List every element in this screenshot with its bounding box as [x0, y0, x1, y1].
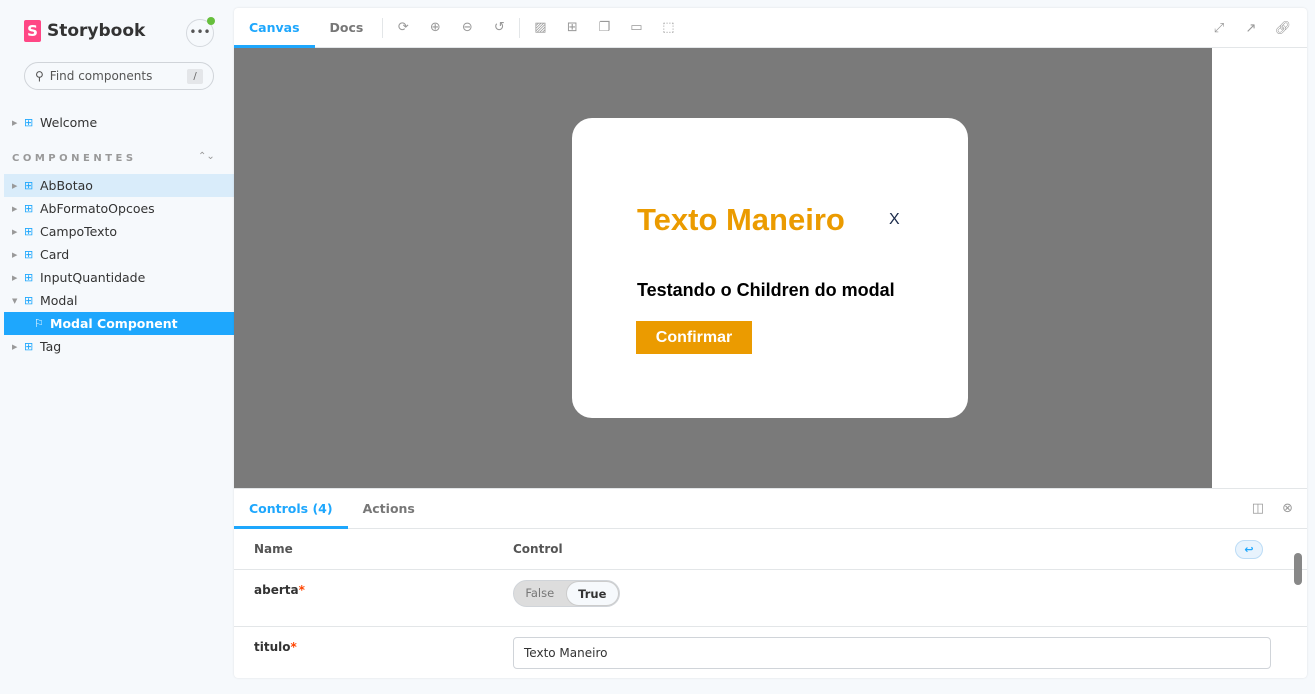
tab-controls[interactable]: Controls (4) — [234, 489, 348, 529]
sidebar-item-label: Modal Component — [50, 316, 178, 331]
canvas-margin — [1212, 48, 1307, 488]
copy-link-icon[interactable]: 🔗︎ — [1267, 21, 1299, 36]
toggle-false[interactable]: False — [514, 581, 566, 606]
divider — [519, 17, 521, 38]
control-name-text: titulo — [254, 640, 291, 654]
expand-collapse-icon[interactable]: ⌃⌄ — [198, 151, 215, 162]
group-header[interactable]: COMPONENTES — [12, 153, 137, 164]
caret-right-icon: ▶ — [12, 250, 18, 259]
tab-docs[interactable]: Docs — [315, 8, 379, 48]
required-marker: * — [298, 583, 305, 597]
component-icon: ⊞ — [24, 116, 34, 129]
storybook-logo-icon: S — [24, 20, 41, 42]
storybook-logo[interactable]: S Storybook — [24, 20, 145, 42]
caret-right-icon: ▶ — [12, 342, 18, 351]
sidebar-item-label: Tag — [40, 339, 62, 354]
component-icon: ⊞ — [24, 248, 34, 261]
controls-header: Name Control ↩ — [234, 529, 1307, 570]
boolean-toggle[interactable]: False True — [513, 580, 620, 607]
toolbar: Canvas Docs ⟳ ⊕ ⊖ ↺ ▨ ⊞ ❐ ▭ ⬚ ⤢ ↗ 🔗︎ — [234, 8, 1307, 48]
confirm-button[interactable]: Confirmar — [636, 321, 752, 354]
titulo-textarea[interactable]: Texto Maneiro — [513, 637, 1271, 669]
sidebar: S Storybook ••• ⚲ Find components / ▶ ⊞ Welco… — [0, 0, 234, 694]
tab-actions[interactable]: Actions — [348, 489, 430, 529]
control-name: aberta* — [254, 583, 305, 597]
sidebar-item-label: AbFormatoOpcoes — [40, 201, 155, 216]
shortcut-key: / — [187, 69, 203, 84]
zoom-in-icon[interactable]: ⊕ — [419, 20, 451, 35]
toggle-true[interactable]: True — [565, 581, 619, 606]
sidebar-item-modal[interactable]: ▼ ⊞ Modal — [4, 289, 234, 312]
sidebar-item-label: AbBotao — [40, 178, 93, 193]
divider — [382, 17, 384, 38]
grid-icon[interactable]: ⊞ — [556, 20, 588, 35]
search-icon: ⚲ — [35, 69, 44, 83]
sidebar-item-label: Card — [40, 247, 70, 262]
zoom-reset-icon[interactable]: ↺ — [483, 20, 515, 35]
reset-controls-button[interactable]: ↩ — [1235, 540, 1263, 559]
component-icon: ⊞ — [24, 294, 34, 307]
zoom-out-icon[interactable]: ⊖ — [451, 20, 483, 35]
sidebar-item-card[interactable]: ▶ ⊞ Card — [4, 243, 234, 266]
component-icon: ⊞ — [24, 271, 34, 284]
sidebar-item-label: Modal — [40, 293, 78, 308]
fullscreen-icon[interactable]: ⤢ — [1203, 21, 1235, 36]
reload-icon[interactable]: ⟳ — [387, 20, 419, 35]
main-panel: Canvas Docs ⟳ ⊕ ⊖ ↺ ▨ ⊞ ❐ ▭ ⬚ ⤢ ↗ 🔗︎ Tex… — [234, 8, 1307, 678]
sidebar-item-modal-component[interactable]: ⚐ Modal Component — [4, 312, 234, 335]
control-name: titulo* — [254, 640, 297, 654]
modal: Texto Maneiro X Testando o Children do m… — [572, 118, 968, 418]
search-input[interactable]: ⚲ Find components / — [24, 62, 214, 90]
menu-button[interactable]: ••• — [186, 17, 215, 47]
caret-down-icon: ▼ — [12, 296, 18, 305]
caret-right-icon: ▶ — [12, 227, 18, 236]
preview-canvas: Texto Maneiro X Testando o Children do m… — [234, 48, 1212, 488]
sidebar-item-label: CampoTexto — [40, 224, 118, 239]
component-icon: ⊞ — [24, 225, 34, 238]
sidebar-item-abformatoopcoes[interactable]: ▶ ⊞ AbFormatoOpcoes — [4, 197, 234, 220]
app-name: Storybook — [47, 21, 146, 41]
measure-icon[interactable]: ▭ — [620, 20, 652, 35]
control-header: Control — [513, 542, 563, 556]
tab-canvas[interactable]: Canvas — [234, 8, 315, 48]
control-name-text: aberta — [254, 583, 299, 597]
search-placeholder: Find components — [49, 69, 153, 83]
component-icon: ⊞ — [24, 179, 34, 192]
panel-orientation-icon[interactable]: ◫ — [1252, 501, 1264, 516]
sidebar-item-inputquantidade[interactable]: ▶ ⊞ InputQuantidade — [4, 266, 234, 289]
scrollbar-thumb[interactable] — [1294, 553, 1302, 585]
control-row-titulo: titulo* Texto Maneiro — [234, 627, 1307, 678]
component-icon: ⊞ — [24, 340, 34, 353]
addons-panel: Controls (4) Actions ◫ ⊗ Name Control ↩ a… — [234, 488, 1307, 678]
scrollbar[interactable] — [1294, 537, 1303, 677]
caret-right-icon: ▶ — [12, 118, 18, 127]
sidebar-item-tag[interactable]: ▶ ⊞ Tag — [4, 335, 234, 358]
sidebar-item-welcome[interactable]: ▶ ⊞ Welcome — [4, 111, 234, 134]
bookmark-icon: ⚐ — [34, 317, 44, 330]
required-marker: * — [290, 640, 297, 654]
name-header: Name — [254, 542, 293, 556]
open-new-tab-icon[interactable]: ↗ — [1235, 21, 1267, 36]
caret-right-icon: ▶ — [12, 204, 18, 213]
sidebar-item-campotexto[interactable]: ▶ ⊞ CampoTexto — [4, 220, 234, 243]
viewport-icon[interactable]: ❐ — [588, 20, 620, 35]
control-row-aberta: aberta* False True — [234, 570, 1307, 627]
component-icon: ⊞ — [24, 202, 34, 215]
background-icon[interactable]: ▨ — [524, 20, 556, 35]
sidebar-item-label: InputQuantidade — [40, 270, 146, 285]
caret-right-icon: ▶ — [12, 181, 18, 190]
status-dot — [207, 17, 215, 25]
modal-title: Texto Maneiro — [637, 202, 845, 237]
ellipsis-icon: ••• — [189, 25, 211, 39]
sidebar-item-label: Welcome — [40, 115, 98, 130]
close-panel-icon[interactable]: ⊗ — [1282, 501, 1293, 516]
caret-right-icon: ▶ — [12, 273, 18, 282]
modal-close-button[interactable]: X — [889, 211, 900, 229]
modal-body: Testando o Children do modal — [637, 280, 895, 300]
sidebar-item-abbotao[interactable]: ▶ ⊞ AbBotao — [4, 174, 234, 197]
outline-icon[interactable]: ⬚ — [652, 20, 684, 35]
